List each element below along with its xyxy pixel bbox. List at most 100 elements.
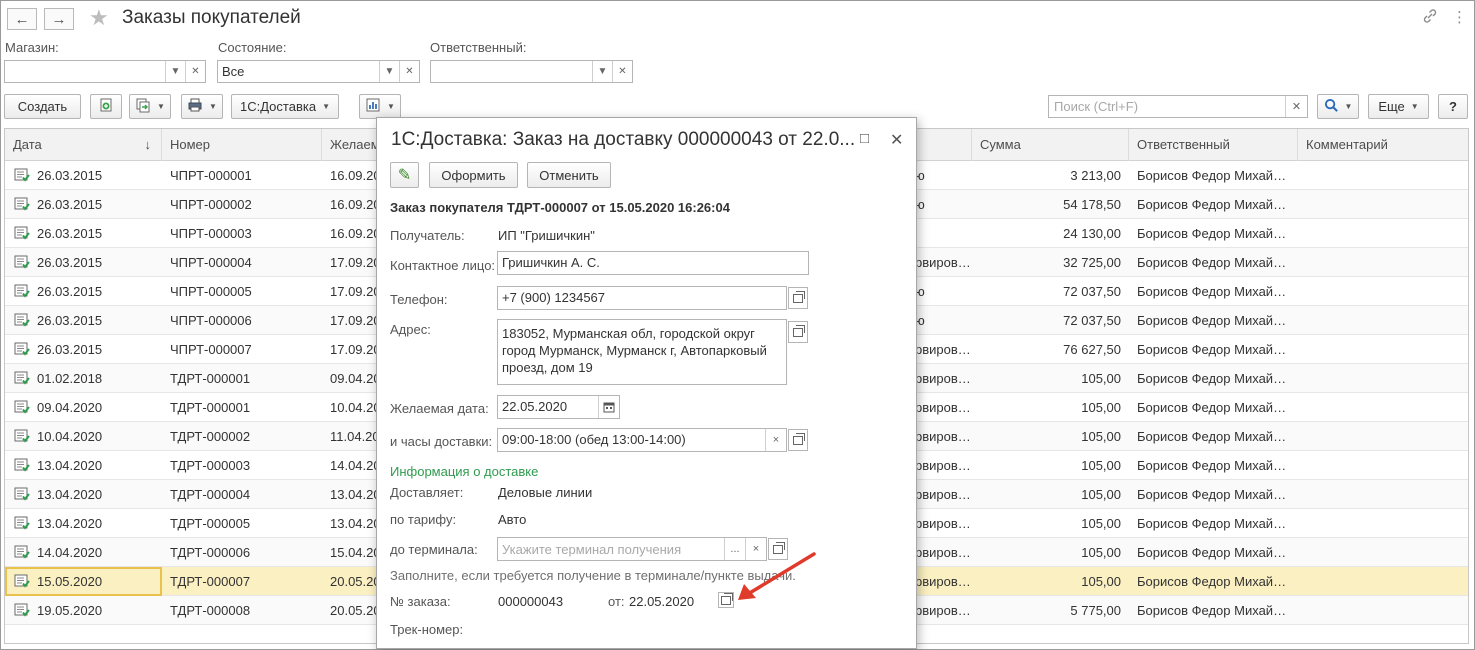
more-button-label: Еще (1378, 99, 1405, 114)
chevron-down-icon[interactable]: ▼ (592, 61, 612, 82)
cancel-button[interactable]: Отменить (527, 162, 611, 188)
issue-button[interactable]: Оформить (429, 162, 518, 188)
cell-date: 09.04.2020 (37, 400, 103, 415)
open-address-button[interactable] (788, 321, 808, 343)
more-vertical-icon[interactable]: ⋮ (1452, 8, 1467, 26)
column-desired-label: Желаем (330, 137, 380, 152)
state-filter-combo[interactable]: Все ▼ ✕ (217, 60, 420, 83)
help-button[interactable]: ? (1438, 94, 1468, 119)
responsible-filter-combo[interactable]: ▼ ✕ (430, 60, 633, 83)
column-number[interactable]: Номер (162, 129, 322, 161)
terminal-field[interactable]: Укажите терминал получения ... × (497, 537, 767, 561)
tariff-label: по тарифу: (390, 512, 457, 527)
cell-date: 26.03.2015 (37, 342, 103, 357)
cell-responsible: Борисов Федор Михай… (1137, 197, 1287, 212)
cell-date: 26.03.2015 (37, 313, 103, 328)
address-field[interactable]: 183052, Мурманская обл, городской округ … (497, 319, 787, 385)
contact-field[interactable]: Гришичкин А. С. (497, 251, 809, 275)
desired-date-field[interactable]: 22.05.2020 (497, 395, 620, 419)
open-phone-button[interactable] (788, 287, 808, 309)
column-date[interactable]: Дата ↓ (5, 129, 162, 161)
cell-number: ТДРТ-000002 (170, 429, 251, 444)
clear-icon[interactable]: ✕ (1285, 96, 1307, 117)
cell-sum: 72 037,50 (1063, 313, 1121, 328)
documents-menu-button[interactable]: ▼ (129, 94, 171, 119)
cell-desired-date: 17.09.20 (330, 284, 380, 299)
cell-state: ю (915, 197, 925, 212)
maximize-icon[interactable]: □ (860, 130, 869, 147)
clear-icon[interactable]: ✕ (612, 61, 632, 82)
delivery-hours-field[interactable]: 09:00-18:00 (обед 13:00-14:00) × (497, 428, 787, 452)
cell-number: ТДРТ-000003 (170, 458, 251, 473)
cell-date: 13.04.2020 (37, 516, 103, 531)
search-options-button[interactable]: ▼ (1317, 94, 1359, 119)
clear-icon[interactable]: ✕ (185, 61, 205, 82)
cell-state: ю (915, 168, 925, 183)
address-line: 183052, Мурманская обл, городской округ (502, 326, 755, 341)
cell-sum: 105,00 (1081, 516, 1121, 531)
delivery-hours-label: и часы доставки: (390, 434, 493, 449)
cell-desired-date: 15.04.20 (330, 545, 380, 560)
terminal-placeholder: Укажите терминал получения (502, 542, 682, 557)
open-hours-button[interactable] (788, 429, 808, 451)
cell-sum: 105,00 (1081, 400, 1121, 415)
calendar-icon[interactable] (598, 396, 619, 418)
cell-number: ТДРТ-000005 (170, 516, 251, 531)
delivery-info-header: Информация о доставке (390, 464, 539, 479)
dialog-title: 1С:Доставка: Заказ на доставку 000000043… (391, 129, 856, 150)
phone-value: +7 (900) 1234567 (502, 290, 606, 305)
cell-number: ТДРТ-000006 (170, 545, 251, 560)
cell-date: 26.03.2015 (37, 255, 103, 270)
carrier-value: Деловые линии (498, 485, 593, 500)
column-comment[interactable]: Комментарий (1298, 129, 1468, 161)
reports-menu-button[interactable]: ▼ (359, 94, 401, 119)
order-header: Заказ покупателя ТДРТ-000007 от 15.05.20… (390, 200, 730, 215)
state-filter-label: Состояние: (218, 40, 287, 55)
cell-desired-date: 17.09.20 (330, 255, 380, 270)
phone-field[interactable]: +7 (900) 1234567 (497, 286, 787, 310)
forward-button[interactable]: → (44, 8, 74, 30)
more-button[interactable]: Еще ▼ (1368, 94, 1429, 119)
cell-responsible: Борисов Федор Михай… (1137, 342, 1287, 357)
cell-responsible: Борисов Федор Михай… (1137, 487, 1287, 502)
close-icon[interactable]: ✕ (890, 130, 903, 150)
cell-sum: 72 037,50 (1063, 284, 1121, 299)
delivery-menu-button[interactable]: 1С:Доставка ▼ (231, 94, 339, 119)
cell-number: ТДРТ-000001 (170, 400, 251, 415)
create-based-on-button[interactable] (90, 94, 122, 119)
open-icon (793, 290, 805, 303)
search-input[interactable]: Поиск (Ctrl+F) ✕ (1048, 95, 1308, 118)
cell-state: рвиров… (915, 516, 971, 531)
cell-number: ТДРТ-000004 (170, 487, 251, 502)
column-responsible-label: Ответственный (1137, 137, 1230, 152)
cell-responsible: Борисов Федор Михай… (1137, 226, 1287, 241)
cell-desired-date: 16.09.20 (330, 168, 380, 183)
clear-icon[interactable]: ✕ (399, 61, 419, 82)
chevron-down-icon[interactable]: ▼ (379, 61, 399, 82)
create-button[interactable]: Создать (4, 94, 81, 119)
recipient-value: ИП "Гришичкин" (498, 228, 595, 243)
clear-icon[interactable]: × (765, 429, 786, 451)
favorite-star-icon[interactable]: ★ (89, 5, 109, 31)
edit-button[interactable]: ✎ (390, 162, 419, 188)
cell-desired-date: 13.04.20 (330, 487, 380, 502)
cell-sum: 32 725,00 (1063, 255, 1121, 270)
back-button[interactable]: ← (7, 8, 37, 30)
cell-responsible: Борисов Федор Михай… (1137, 603, 1287, 618)
cell-state: рвиров… (915, 342, 971, 357)
sort-arrow-icon: ↓ (144, 137, 152, 152)
cell-number: ТДРТ-000001 (170, 371, 251, 386)
chevron-down-icon[interactable]: ▼ (165, 61, 185, 82)
print-menu-button[interactable]: ▼ (181, 94, 223, 119)
cell-desired-date: 16.09.20 (330, 197, 380, 212)
open-icon (793, 432, 805, 445)
documents-icon (135, 97, 151, 116)
cell-date: 10.04.2020 (37, 429, 103, 444)
column-sum[interactable]: Сумма (972, 129, 1129, 161)
cell-desired-date: 17.09.20 (330, 313, 380, 328)
link-icon[interactable] (1422, 8, 1438, 28)
cell-sum: 105,00 (1081, 371, 1121, 386)
cell-number: ЧПРТ-000001 (170, 168, 252, 183)
shop-filter-combo[interactable]: ▼ ✕ (4, 60, 206, 83)
column-responsible[interactable]: Ответственный (1129, 129, 1298, 161)
